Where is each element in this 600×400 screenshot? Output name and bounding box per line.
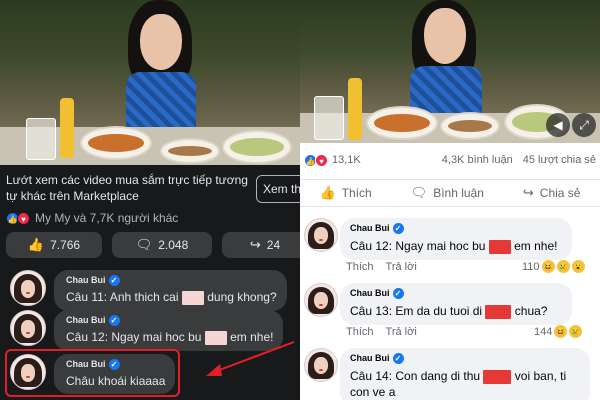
laugh-emoji-icon: 😆	[541, 260, 555, 273]
see-more-button[interactable]: Xem th	[256, 175, 300, 203]
comment-reply-link[interactable]: Trả lời	[386, 261, 417, 273]
bowl-vegetables	[222, 130, 292, 164]
comment-button[interactable]: 🗨 Bình luận	[411, 185, 484, 201]
bottle-icon	[348, 78, 362, 140]
redaction-block	[485, 304, 512, 319]
avatar[interactable]	[10, 270, 46, 306]
commenter-name[interactable]: Chau Bui	[350, 223, 390, 233]
avatar[interactable]	[304, 348, 338, 382]
comment-actions: Thích Trả lời	[346, 261, 417, 273]
share-count[interactable]: 45 lượt chia sẻ	[523, 154, 596, 166]
plate-noodles	[80, 126, 152, 160]
comment-label: Bình luận	[433, 186, 484, 200]
share-label: Chia sẻ	[539, 186, 581, 200]
share-icon: ↪	[522, 185, 534, 200]
comment-bubble[interactable]: Chau Bui ✓ Câu 13: Em da du tuoi di chua?	[340, 283, 572, 326]
avatar[interactable]	[10, 310, 46, 346]
redaction-block	[483, 369, 512, 384]
verified-badge-icon: ✓	[392, 353, 404, 365]
share-icon: ↪	[249, 237, 261, 252]
comment-count: 2.048	[158, 238, 189, 252]
comment-count[interactable]: 4,3K bình luận	[442, 154, 513, 166]
glass-icon	[26, 118, 56, 160]
post-stats: 👍 ♥ 13,1K 4,3K bình luận 45 lượt chia sẻ	[304, 152, 596, 168]
comment-text: Câu 12: Ngay mai hoc bu	[350, 239, 486, 254]
share-button[interactable]: ↪ Chia sẻ	[523, 185, 581, 201]
like-label: Thích	[341, 186, 372, 200]
action-bar: 👍 Thích 🗨 Bình luận ↪ Chia sẻ	[300, 179, 600, 207]
redaction-block	[488, 239, 511, 254]
verified-badge-icon: ✓	[108, 275, 120, 287]
share-count-pill[interactable]: ↪ 24	[222, 232, 300, 258]
like-count-pill[interactable]: 👍 7.766	[6, 232, 102, 258]
comment-reaction-number: 110	[522, 260, 540, 273]
love-reaction-icon: ♥	[17, 211, 30, 225]
share-count: 24	[266, 238, 281, 252]
right-screenshot-panel: ◀ ⤢ 👍 ♥ 13,1K 4,3K bình luận 45 lượt chi…	[300, 0, 600, 400]
comment-icon: 🗨	[135, 237, 153, 252]
highlight-box	[5, 349, 180, 397]
thumbs-up-icon: 👍	[319, 185, 336, 200]
comment-like-link[interactable]: Thích	[346, 261, 374, 273]
comment-count-pill[interactable]: 🗨 2.048	[112, 232, 212, 258]
verified-badge-icon: ✓	[392, 288, 404, 300]
reaction-summary-text: My My và 7,7K người khác	[35, 211, 179, 225]
live-video[interactable]: ◀ ⤢	[300, 0, 600, 143]
reaction-count[interactable]: 13,1K	[332, 154, 361, 166]
sad-emoji-icon: 😢	[556, 260, 570, 273]
sad-emoji-icon: 😢	[569, 325, 583, 338]
comment-bubble[interactable]: Chau Bui ✓ Câu 14: Con dang di thu voi ba…	[340, 348, 590, 400]
comment-text-end: em nhe!	[514, 239, 558, 254]
mute-icon[interactable]: ◀	[546, 113, 570, 137]
thumbs-up-icon: 👍	[27, 237, 45, 252]
plate-meat	[440, 112, 500, 140]
annotation-arrow-icon	[206, 341, 295, 376]
commenter-name[interactable]: Chau Bui	[350, 288, 390, 298]
comment-text: Câu 11: Anh thich cai	[66, 290, 179, 305]
comment-bubble[interactable]: Chau Bui ✓ Câu 12: Ngay mai hoc bu em nhe…	[340, 218, 572, 261]
laugh-emoji-icon: 😆	[554, 325, 568, 338]
comment-reply-link[interactable]: Trả lời	[386, 326, 417, 338]
comment-text: Câu 14: Con dang di thu	[350, 369, 481, 384]
avatar[interactable]	[304, 283, 338, 317]
verified-badge-icon: ✓	[392, 223, 404, 235]
commenter-name[interactable]: Chau Bui	[350, 353, 390, 363]
plate-meat	[160, 138, 220, 164]
comment-icon: 🗨	[410, 185, 428, 200]
like-button[interactable]: 👍 Thích	[319, 185, 371, 201]
commenter-name[interactable]: Chau Bui	[66, 275, 106, 285]
reaction-summary[interactable]: 👍 ♥ My My và 7,7K người khác	[6, 211, 178, 225]
comment-like-link[interactable]: Thích	[346, 326, 374, 338]
love-reaction-icon: ♥	[315, 153, 328, 167]
comment-text-end: chua?	[514, 304, 548, 319]
fullscreen-icon[interactable]: ⤢	[572, 113, 596, 137]
bottle-icon	[60, 98, 74, 158]
verified-badge-icon: ✓	[108, 315, 120, 327]
comment-reaction-count[interactable]: 144 😆 😢	[534, 325, 583, 338]
live-video[interactable]	[0, 0, 300, 165]
comment-reaction-count[interactable]: 110 😆 😢 😮	[522, 260, 585, 273]
plate-noodles	[366, 106, 438, 140]
wow-emoji-icon: 😮	[571, 260, 585, 273]
comment-text: Câu 12: Ngay mai hoc bu	[66, 330, 202, 345]
glass-icon	[314, 96, 344, 140]
comment-text: Câu 13: Em da du tuoi di	[350, 304, 483, 319]
comment-reaction-number: 144	[534, 325, 553, 338]
marketplace-text: Lướt xem các video mua sắm trực tiếp tươ…	[6, 173, 248, 203]
comment-actions: Thích Trả lời	[346, 326, 417, 338]
commenter-name[interactable]: Chau Bui	[66, 315, 106, 325]
avatar[interactable]	[304, 218, 338, 252]
like-count: 7.766	[50, 238, 81, 252]
